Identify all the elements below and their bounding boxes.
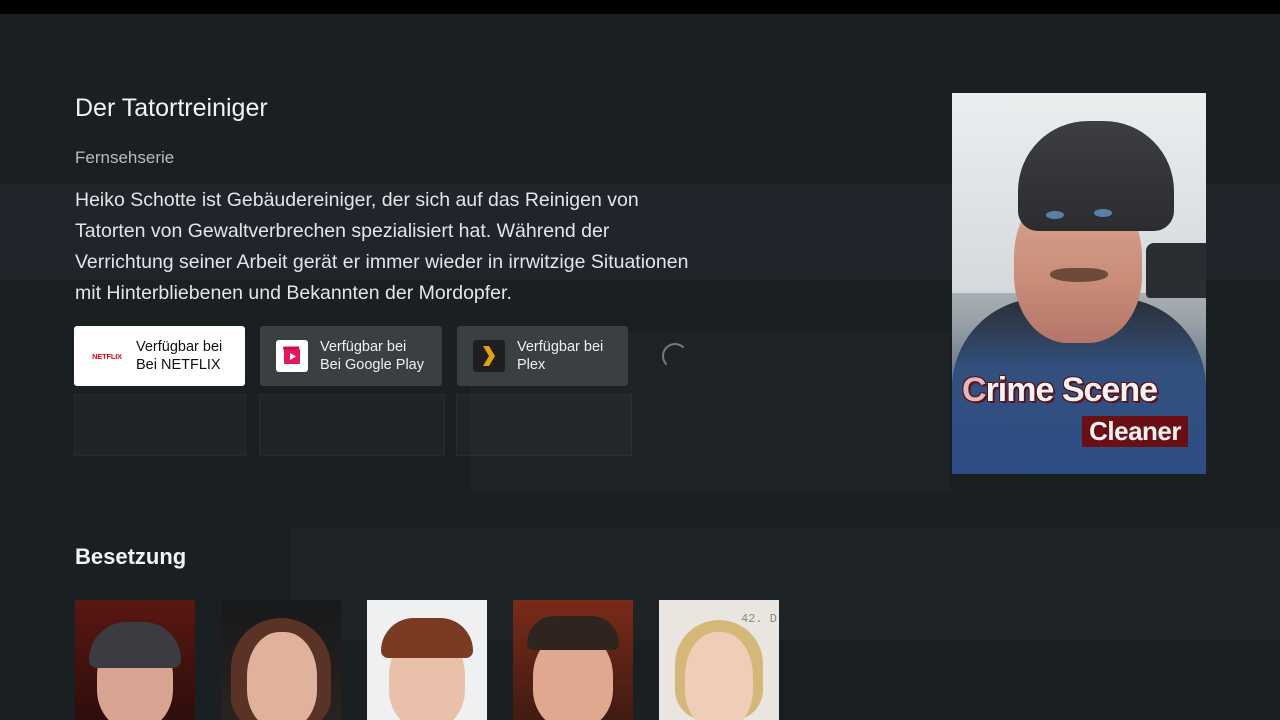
top-bar bbox=[0, 0, 1280, 14]
cast-heading: Besetzung bbox=[75, 544, 187, 569]
cast-card[interactable] bbox=[513, 600, 633, 720]
provider-label-line1: Verfügbar bei bbox=[136, 339, 223, 355]
show-description: Heiko Schotte ist Gebäudereiniger, der s… bbox=[75, 189, 689, 304]
background-ghost bbox=[456, 394, 632, 456]
provider-label: Verfügbar bei Bei Google Play bbox=[320, 338, 424, 374]
provider-google-play-button[interactable]: Verfügbar bei Bei Google Play bbox=[260, 326, 442, 386]
provider-label-line1: Verfügbar bei bbox=[517, 339, 604, 355]
netflix-icon: NETFLIX bbox=[90, 340, 124, 372]
cast-photo-face bbox=[247, 632, 317, 720]
poster-mustache bbox=[1050, 268, 1108, 282]
poster-eye bbox=[1046, 211, 1064, 219]
cast-card[interactable] bbox=[75, 600, 195, 720]
provider-label: Verfügbar bei Plex bbox=[517, 338, 603, 374]
poster-title-line2: Cleaner bbox=[1082, 416, 1188, 447]
poster-title-line1: Crime Scene bbox=[962, 371, 1158, 410]
details-screen: Der Tatortreiniger Fernsehserie Heiko Sc… bbox=[0, 14, 1280, 720]
cast-list: 42. D bbox=[75, 600, 779, 720]
poster-title-initial: C bbox=[962, 371, 987, 409]
cast-card[interactable] bbox=[221, 600, 341, 720]
provider-label-line2: Bei NETFLIX bbox=[136, 357, 221, 373]
poster-car bbox=[1146, 243, 1206, 298]
provider-plex-button[interactable]: Verfügbar bei Plex bbox=[457, 326, 628, 386]
cast-photo-face bbox=[685, 632, 753, 720]
poster-title-rest: rime Scene bbox=[985, 371, 1158, 409]
background-ghost bbox=[259, 394, 445, 456]
plex-icon bbox=[473, 340, 505, 372]
show-title: Der Tatortreiniger bbox=[75, 94, 268, 122]
google-play-movies-icon bbox=[276, 340, 308, 372]
poster-eye bbox=[1094, 209, 1112, 217]
provider-netflix-button[interactable]: NETFLIX Verfügbar bei Bei NETFLIX bbox=[74, 326, 245, 386]
loading-spinner-icon bbox=[662, 343, 688, 369]
cast-photo-hair bbox=[381, 618, 473, 658]
show-poster: Crime Scene Cleaner bbox=[952, 93, 1206, 474]
cast-card[interactable]: 42. D bbox=[659, 600, 779, 720]
provider-label-line2: Plex bbox=[517, 357, 546, 373]
provider-label: Verfügbar bei Bei NETFLIX bbox=[136, 338, 222, 374]
cast-photo-sign-text: 42. D bbox=[741, 612, 778, 626]
provider-list: NETFLIX Verfügbar bei Bei NETFLIX Verfüg… bbox=[74, 326, 628, 386]
show-type: Fernsehserie bbox=[75, 148, 175, 167]
provider-label-line2: Bei Google Play bbox=[320, 357, 424, 373]
cast-card[interactable] bbox=[367, 600, 487, 720]
provider-label-line1: Verfügbar bei bbox=[320, 339, 407, 355]
cast-photo-hair bbox=[527, 616, 619, 650]
background-ghost bbox=[74, 394, 246, 456]
